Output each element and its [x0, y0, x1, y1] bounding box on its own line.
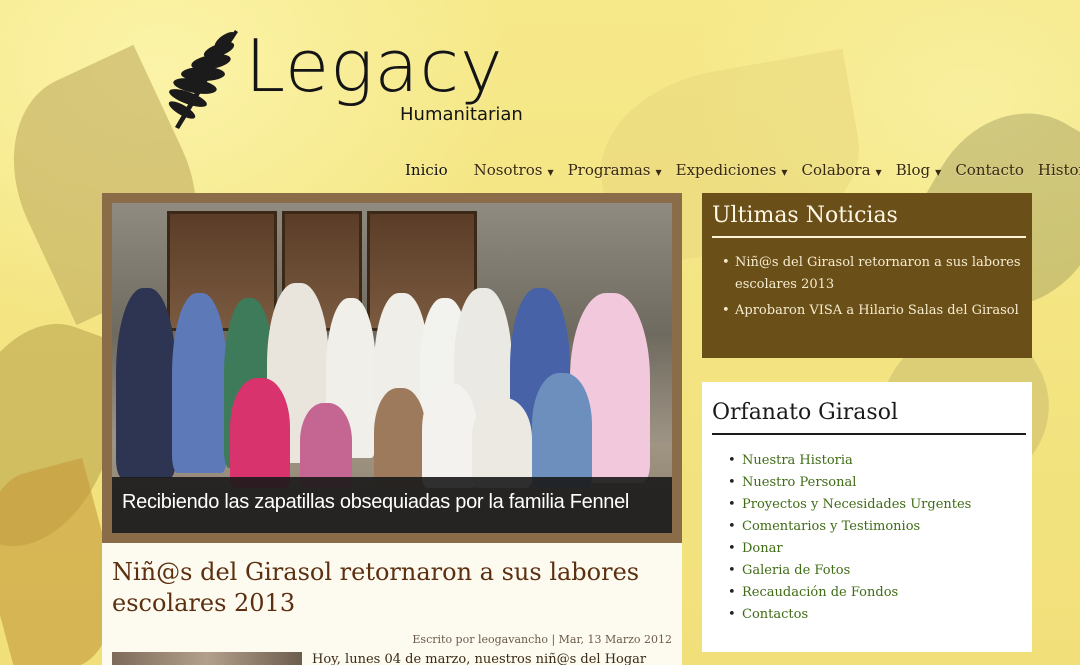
news-link[interactable]: Niñ@s del Girasol retornaron a sus labor…	[722, 252, 1026, 296]
latest-news-box: Ultimas Noticias Niñ@s del Girasol retor…	[702, 193, 1032, 358]
nav-item-label: Expediciones	[675, 161, 777, 179]
photo-figure	[472, 398, 532, 488]
nav-item-label: Nosotros	[473, 161, 543, 179]
fern-leaf-icon	[168, 30, 238, 129]
photo-figure	[532, 373, 592, 488]
orphanage-link[interactable]: Contactos	[728, 604, 1026, 626]
photo-figure	[422, 383, 477, 488]
nav-item-programas[interactable]: Programas ▼	[568, 161, 662, 179]
article-excerpt: Hoy, lunes 04 de marzo, nuestros niñ@s d…	[312, 652, 647, 665]
main-nav: Inicio Nosotros ▼ Programas ▼ Expediciones…	[405, 158, 1080, 182]
nav-item-label: Contacto	[955, 161, 1024, 179]
orphanage-box: Orfanato Girasol Nuestra Historia Nuestr…	[702, 382, 1032, 652]
photo-figure	[374, 388, 426, 488]
orphanage-links: Nuestra Historia Nuestro Personal Proyec…	[712, 450, 1026, 626]
nav-item-label: Blog	[895, 161, 931, 179]
orphanage-link[interactable]: Comentarios y Testimonios	[728, 516, 1026, 538]
nav-item-historia[interactable]: Historia	[1038, 161, 1080, 179]
orphanage-link[interactable]: Galeria de Fotos	[728, 560, 1026, 582]
orphanage-link[interactable]: Donar	[728, 538, 1026, 560]
article-meta: Escrito por leogavancho | Mar, 13 Marzo …	[412, 633, 672, 646]
nav-item-nosotros[interactable]: Nosotros ▼	[474, 161, 554, 179]
article-title[interactable]: Niñ@s del Girasol retornaron a sus labor…	[112, 557, 672, 619]
caret-down-icon: ▼	[547, 167, 554, 177]
latest-news-title: Ultimas Noticias	[712, 203, 1026, 238]
nav-item-contacto[interactable]: Contacto	[955, 161, 1024, 179]
nav-item-label: Colabora	[801, 161, 871, 179]
nav-item-inicio[interactable]: Inicio	[405, 161, 448, 179]
nav-item-expediciones[interactable]: Expediciones ▼	[676, 161, 788, 179]
caret-down-icon: ▼	[875, 167, 882, 177]
orphanage-link[interactable]: Nuestro Personal	[728, 472, 1026, 494]
featured-slider[interactable]: Recibiendo las zapatillas obsequiadas po…	[102, 193, 682, 543]
nav-item-label: Inicio	[405, 161, 448, 179]
nav-item-label: Historia	[1037, 161, 1080, 179]
photo-figure	[300, 403, 352, 488]
slider-caption[interactable]: Recibiendo las zapatillas obsequiadas po…	[112, 477, 672, 533]
photo-figure	[172, 293, 227, 473]
caret-down-icon: ▼	[781, 167, 788, 177]
nav-item-colabora[interactable]: Colabora ▼	[802, 161, 882, 179]
news-link[interactable]: Aprobaron VISA a Hilario Salas del Giras…	[722, 300, 1026, 322]
orphanage-title: Orfanato Girasol	[712, 400, 1026, 435]
article-preview: Niñ@s del Girasol retornaron a sus labor…	[102, 543, 682, 665]
logo-wordmark: Legacy	[245, 24, 504, 108]
orphanage-link[interactable]: Nuestra Historia	[728, 450, 1026, 472]
article-body: Hoy, lunes 04 de marzo, nuestros niñ@s d…	[112, 652, 672, 665]
caret-down-icon: ▼	[935, 167, 942, 177]
nav-item-label: Programas	[567, 161, 651, 179]
orphanage-link[interactable]: Recaudación de Fondos	[728, 582, 1026, 604]
featured-photo[interactable]: Recibiendo las zapatillas obsequiadas po…	[112, 203, 672, 533]
site-logo[interactable]: Legacy Humanitarian	[155, 22, 575, 137]
photo-figure	[116, 288, 176, 478]
nav-item-blog[interactable]: Blog ▼	[896, 161, 942, 179]
logo-tagline: Humanitarian	[400, 104, 523, 125]
latest-news-list: Niñ@s del Girasol retornaron a sus labor…	[712, 252, 1026, 322]
orphanage-link[interactable]: Proyectos y Necesidades Urgentes	[728, 494, 1026, 516]
article-thumbnail[interactable]	[112, 652, 302, 665]
caret-down-icon: ▼	[655, 167, 662, 177]
photo-figure	[230, 378, 290, 488]
